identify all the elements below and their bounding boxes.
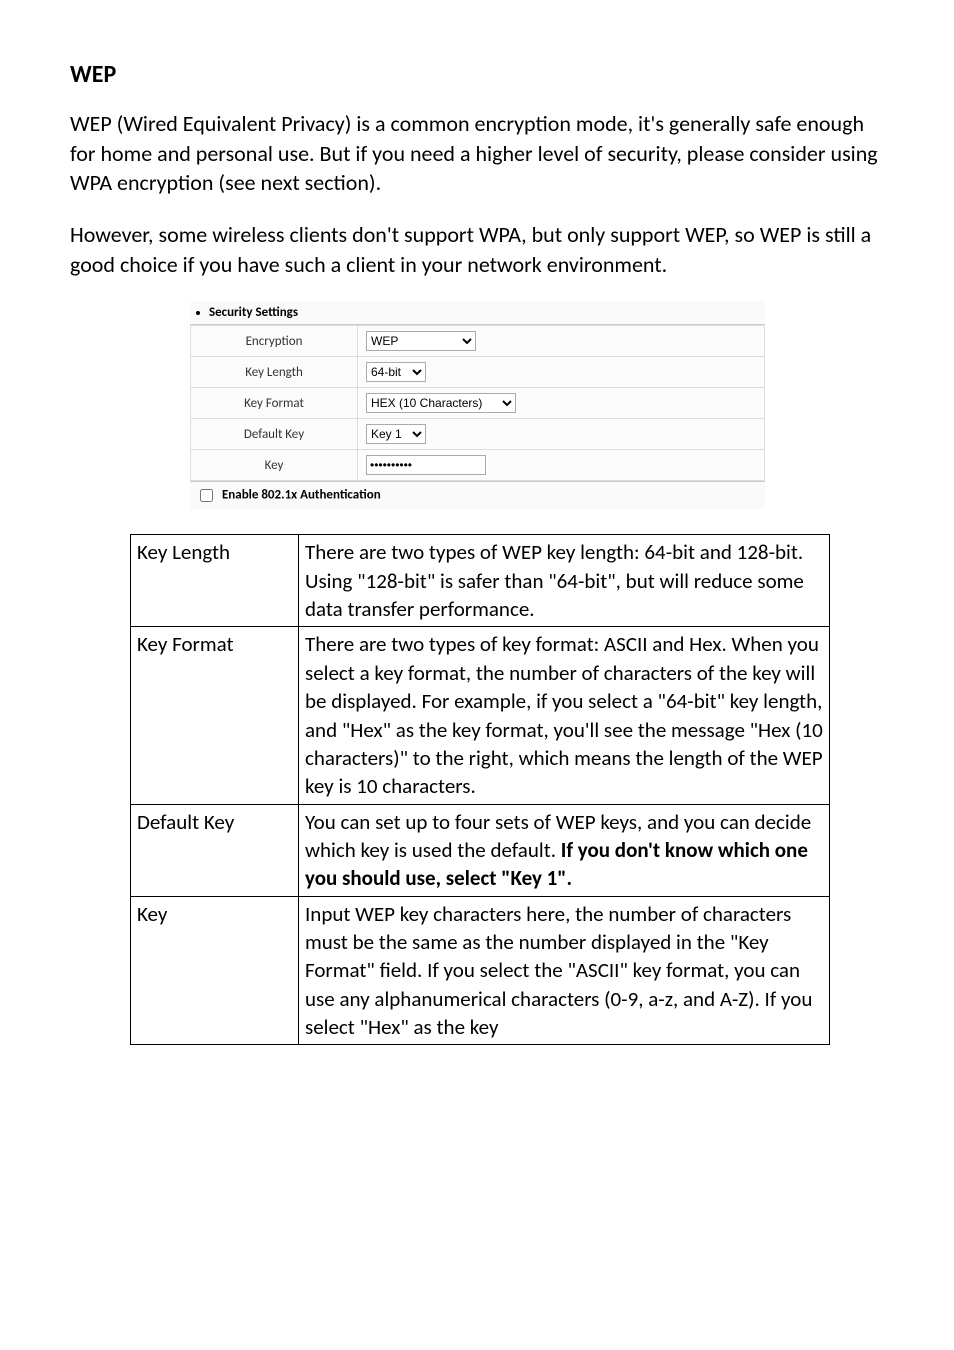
security-settings-title-text: Security Settings: [209, 305, 298, 320]
security-settings-title: Security Settings: [190, 301, 765, 325]
encryption-label: Encryption: [191, 326, 358, 357]
keylength-label: Key Length: [191, 357, 358, 388]
defaultkey-select[interactable]: Key 1: [366, 424, 426, 444]
key-input[interactable]: [366, 455, 486, 475]
encryption-select[interactable]: WEP: [366, 331, 476, 351]
desc-defaultkey-text: You can set up to four sets of WEP keys,…: [299, 804, 830, 896]
desc-defaultkey-term: Default Key: [131, 804, 299, 896]
desc-keylength-term: Key Length: [131, 535, 299, 627]
enable-8021x-checkbox[interactable]: [200, 489, 213, 502]
description-table: Key Length There are two types of WEP ke…: [130, 534, 830, 1045]
desc-keyformat-text: There are two types of key format: ASCII…: [299, 627, 830, 804]
key-label: Key: [191, 450, 358, 481]
desc-key-term: Key: [131, 896, 299, 1045]
paragraph-2: However, some wireless clients don't sup…: [70, 220, 884, 279]
keyformat-label: Key Format: [191, 388, 358, 419]
page-heading: WEP: [70, 60, 884, 89]
keyformat-select[interactable]: HEX (10 Characters): [366, 393, 516, 413]
keylength-select[interactable]: 64-bit: [366, 362, 426, 382]
desc-keylength-text: There are two types of WEP key length: 6…: [299, 535, 830, 627]
desc-key-text: Input WEP key characters here, the numbe…: [299, 896, 830, 1045]
security-settings-panel: Security Settings Encryption WEP Key Len…: [190, 301, 765, 509]
enable-8021x-label: Enable 802.1x Authentication: [222, 488, 381, 503]
defaultkey-label: Default Key: [191, 419, 358, 450]
enable-8021x-row: Enable 802.1x Authentication: [190, 481, 765, 509]
paragraph-1: WEP (Wired Equivalent Privacy) is a comm…: [70, 109, 884, 198]
desc-keyformat-term: Key Format: [131, 627, 299, 804]
bullet-icon: [196, 311, 200, 315]
